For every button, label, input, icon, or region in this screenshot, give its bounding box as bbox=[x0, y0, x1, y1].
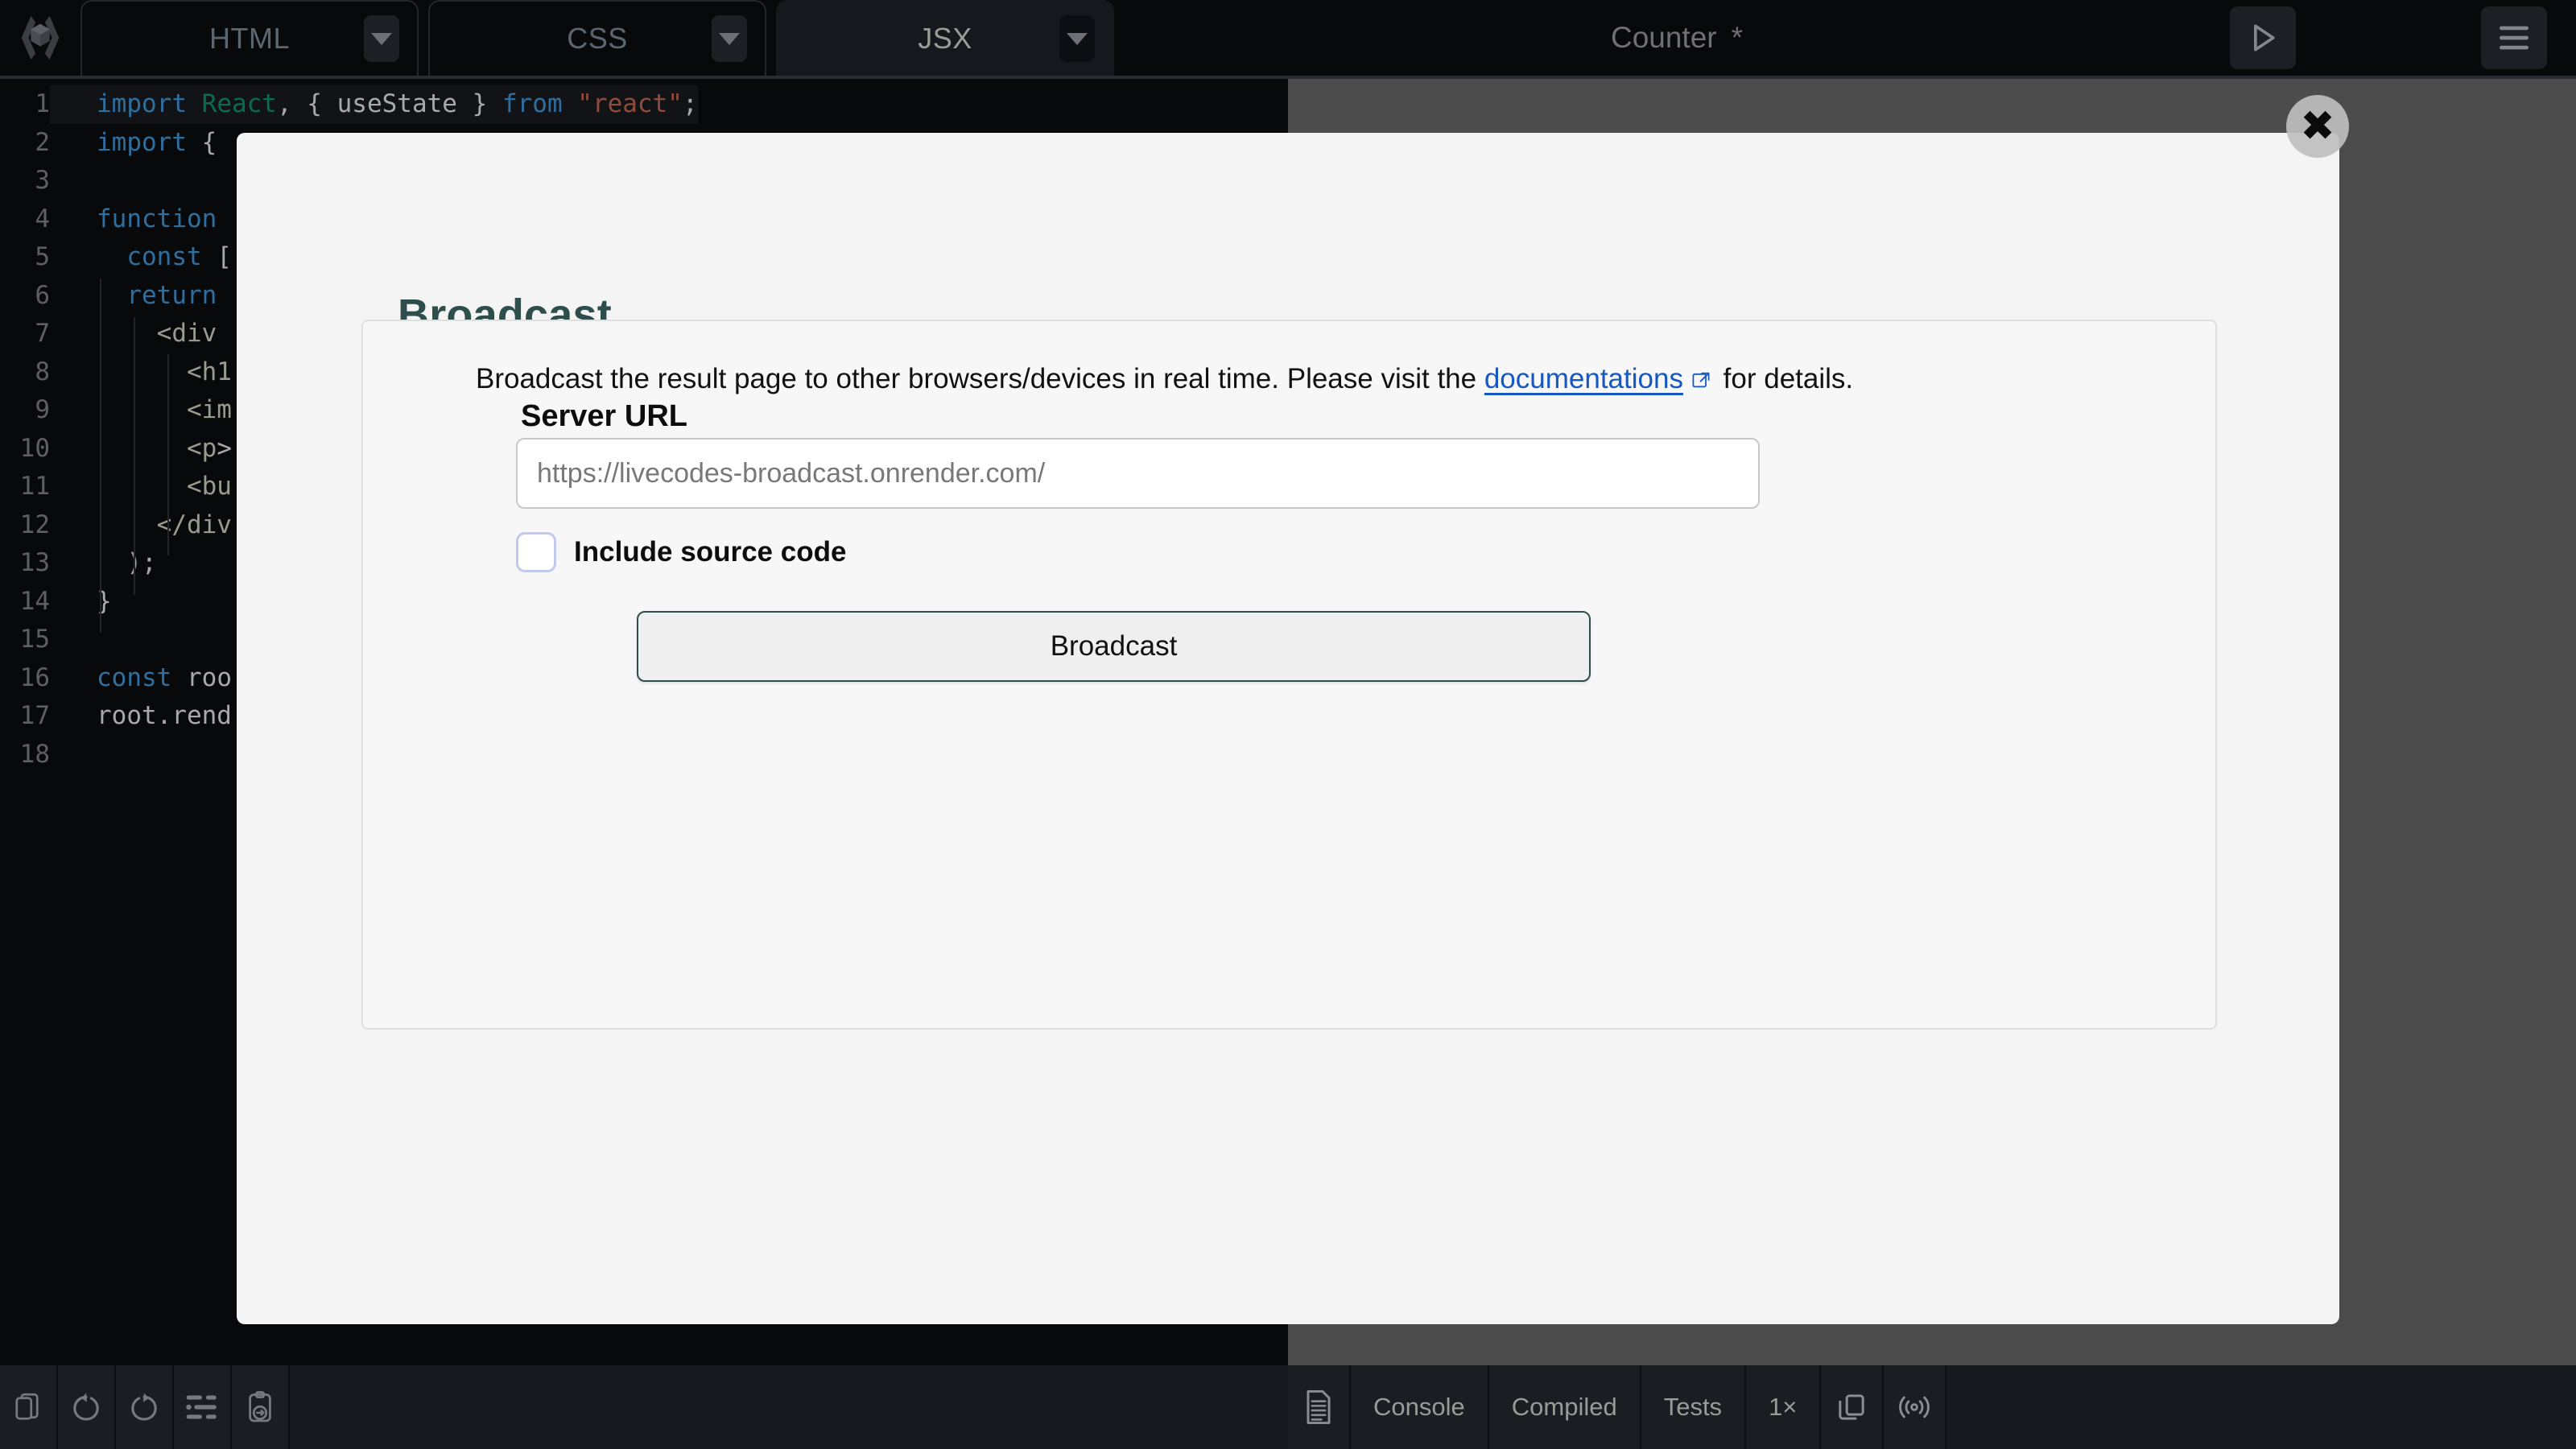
server-url-input[interactable] bbox=[516, 438, 1760, 509]
line-text: <p> bbox=[186, 433, 232, 463]
hamburger-menu-icon bbox=[2500, 26, 2529, 50]
tab-console[interactable]: Console bbox=[1351, 1365, 1489, 1449]
clipboard-link-icon bbox=[249, 1391, 271, 1422]
line-text: <h1 bbox=[186, 357, 232, 386]
open-in-new-window-button[interactable] bbox=[1821, 1365, 1885, 1449]
documentations-link[interactable]: documentations bbox=[1484, 363, 1683, 394]
toolbar-actions bbox=[2230, 0, 2576, 76]
server-url-label: Server URL bbox=[521, 399, 687, 433]
open-in-new-window-icon bbox=[1839, 1394, 1865, 1420]
line-number: 3 bbox=[35, 166, 50, 195]
line-number: 12 bbox=[19, 510, 50, 539]
chevron-down-icon bbox=[1067, 32, 1088, 45]
tab-jsx-label: JSX bbox=[918, 22, 972, 55]
undo-icon bbox=[73, 1393, 99, 1421]
unsaved-indicator: * bbox=[1731, 21, 1744, 54]
copy-icon bbox=[15, 1393, 39, 1420]
line-number: 15 bbox=[19, 625, 50, 654]
broadcast-signal-icon bbox=[1899, 1396, 1930, 1418]
tab-html[interactable]: HTML bbox=[80, 0, 419, 76]
tab-css-chevron-down-icon[interactable] bbox=[712, 15, 747, 62]
line-text: import React, { useState } from "react"; bbox=[50, 85, 698, 124]
project-title[interactable]: Counter * bbox=[1124, 0, 2230, 76]
copy-as-link-button[interactable] bbox=[232, 1365, 290, 1449]
include-source-row[interactable]: Include source code bbox=[516, 532, 846, 572]
line-text: <bu bbox=[186, 472, 232, 501]
livecodes-logo-icon[interactable] bbox=[0, 0, 80, 76]
line-text: import { bbox=[97, 127, 217, 157]
tab-compiled[interactable]: Compiled bbox=[1488, 1365, 1641, 1449]
line-number: 14 bbox=[19, 586, 50, 616]
broadcast-form-card: Broadcast the result page to other brows… bbox=[361, 320, 2217, 1030]
tab-jsx-chevron-down-icon[interactable] bbox=[1059, 15, 1095, 62]
line-number: 2 bbox=[35, 127, 50, 157]
chevron-down-icon bbox=[371, 32, 392, 45]
line-number: 17 bbox=[19, 701, 50, 730]
run-button[interactable] bbox=[2230, 6, 2296, 69]
tab-css-label: CSS bbox=[567, 22, 628, 55]
line-text: const [ bbox=[126, 242, 232, 271]
tab-jsx[interactable]: JSX bbox=[776, 0, 1114, 76]
line-number: 4 bbox=[35, 204, 50, 233]
result-status-bar: Console Compiled Tests 1× bbox=[1288, 1365, 2576, 1449]
undo-button[interactable] bbox=[58, 1365, 116, 1449]
broadcast-submit-button[interactable]: Broadcast bbox=[637, 611, 1591, 682]
external-link-icon bbox=[1691, 370, 1711, 390]
include-source-checkbox[interactable] bbox=[516, 532, 556, 572]
line-number: 10 bbox=[19, 433, 50, 463]
line-text: } bbox=[97, 586, 112, 616]
line-number: 5 bbox=[35, 242, 50, 271]
chevron-down-icon bbox=[719, 32, 740, 45]
line-text: </div bbox=[156, 510, 232, 539]
result-document-button[interactable] bbox=[1288, 1365, 1351, 1449]
modal-description: Broadcast the result page to other brows… bbox=[476, 363, 1853, 395]
broadcast-button[interactable] bbox=[1884, 1365, 1947, 1449]
line-number: 16 bbox=[19, 663, 50, 692]
tab-html-chevron-down-icon[interactable] bbox=[364, 15, 399, 62]
tab-html-label: HTML bbox=[209, 22, 290, 55]
format-icon bbox=[186, 1395, 217, 1419]
format-button[interactable] bbox=[174, 1365, 232, 1449]
redo-icon bbox=[131, 1393, 157, 1421]
modal-description-after: for details. bbox=[1715, 363, 1854, 394]
line-text: ); bbox=[97, 548, 157, 577]
line-text: root.rend bbox=[97, 701, 232, 730]
copy-button[interactable] bbox=[0, 1365, 58, 1449]
editor-status-spacer bbox=[290, 1365, 1288, 1449]
editor-status-bar bbox=[0, 1365, 1288, 1449]
line-number: 8 bbox=[35, 357, 50, 386]
broadcast-modal: Broadcast Broadcast the result page to o… bbox=[237, 133, 2339, 1324]
tab-css[interactable]: CSS bbox=[428, 0, 766, 76]
menu-button[interactable] bbox=[2481, 6, 2547, 69]
editor-tab-bar: HTML CSS JSX bbox=[80, 0, 1124, 76]
tab-tests[interactable]: Tests bbox=[1641, 1365, 1747, 1449]
line-text: return bbox=[126, 280, 217, 310]
line-text: const roo bbox=[97, 663, 232, 692]
zoom-level-button[interactable]: 1× bbox=[1746, 1365, 1822, 1449]
line-number: 13 bbox=[19, 548, 50, 577]
document-icon bbox=[1307, 1389, 1331, 1425]
modal-description-before: Broadcast the result page to other brows… bbox=[476, 363, 1484, 394]
line-number: 9 bbox=[35, 395, 50, 424]
top-toolbar: HTML CSS JSX Counter * bbox=[0, 0, 2576, 79]
status-bar: Console Compiled Tests 1× bbox=[0, 1365, 2576, 1449]
line-number: 1 bbox=[35, 89, 50, 118]
include-source-label: Include source code bbox=[574, 536, 847, 568]
line-number: 7 bbox=[35, 319, 50, 348]
result-status-spacer bbox=[1946, 1365, 2576, 1449]
project-title-text: Counter bbox=[1610, 21, 1717, 54]
redo-button[interactable] bbox=[116, 1365, 174, 1449]
line-text: function bbox=[97, 204, 217, 233]
close-icon-glyph: ✖ bbox=[2300, 102, 2335, 151]
code-line: 1 import React, { useState } from "react"… bbox=[0, 85, 1288, 124]
close-icon[interactable]: ✖ bbox=[2286, 95, 2349, 158]
line-text: <im bbox=[186, 395, 232, 424]
play-icon bbox=[2254, 24, 2275, 52]
line-number: 18 bbox=[19, 739, 50, 769]
line-number: 6 bbox=[35, 280, 50, 310]
livecodes-app: HTML CSS JSX Counter * 1 import React, {… bbox=[0, 0, 2576, 1449]
line-number: 11 bbox=[19, 472, 50, 501]
